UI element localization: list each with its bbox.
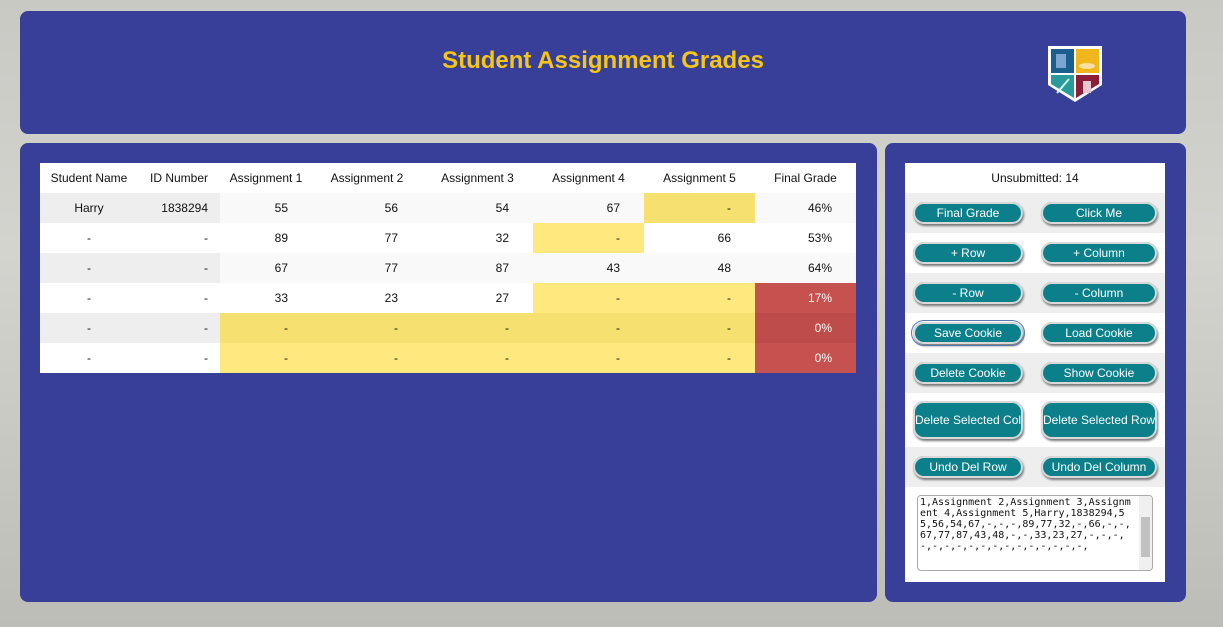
assignment-cell[interactable]: -: [533, 343, 644, 373]
remove-column-button[interactable]: - Column: [1041, 282, 1157, 304]
column-header[interactable]: Assignment 4: [533, 163, 644, 193]
header-panel: Student Assignment Grades: [20, 11, 1186, 134]
table-row[interactable]: - -67 77 87 43 48 64%: [40, 253, 856, 283]
id-number-cell[interactable]: -: [138, 253, 220, 283]
load-cookie-button[interactable]: Load Cookie: [1041, 322, 1157, 344]
assignment-cell[interactable]: 33: [220, 283, 312, 313]
button-row: Final Grade Click Me: [905, 193, 1165, 233]
assignment-cell[interactable]: 54: [422, 193, 533, 223]
id-number-cell[interactable]: -: [138, 223, 220, 253]
assignment-cell[interactable]: 89: [220, 223, 312, 253]
final-grade-cell[interactable]: 53%: [755, 223, 856, 253]
delete-selected-row-button[interactable]: Delete Selected Row: [1041, 401, 1157, 439]
scrollbar-thumb[interactable]: [1141, 517, 1150, 557]
id-number-cell[interactable]: -: [138, 283, 220, 313]
click-me-button[interactable]: Click Me: [1041, 202, 1157, 224]
assignment-cell[interactable]: -: [644, 343, 755, 373]
student-name-cell[interactable]: -: [40, 313, 138, 343]
assignment-cell[interactable]: -: [422, 343, 533, 373]
button-row: Undo Del Row Undo Del Column: [905, 447, 1165, 487]
assignment-cell[interactable]: 55: [220, 193, 312, 223]
student-name-cell[interactable]: -: [40, 223, 138, 253]
assignment-cell[interactable]: 67: [220, 253, 312, 283]
assignment-cell[interactable]: 27: [422, 283, 533, 313]
grades-table: Student Name ID Number Assignment 1 Assi…: [40, 163, 856, 373]
assignment-cell[interactable]: 77: [312, 253, 422, 283]
table-row[interactable]: - - - - - - -0%: [40, 343, 856, 373]
student-name-cell[interactable]: -: [40, 343, 138, 373]
assignment-cell[interactable]: 67: [533, 193, 644, 223]
grades-panel: Student Name ID Number Assignment 1 Assi…: [20, 143, 877, 602]
scrollbar[interactable]: [1139, 496, 1152, 570]
final-grade-cell[interactable]: 46%: [755, 193, 856, 223]
undo-del-row-button[interactable]: Undo Del Row: [913, 456, 1023, 478]
id-number-cell[interactable]: 1838294: [138, 193, 220, 223]
column-header[interactable]: Assignment 1: [220, 163, 312, 193]
assignment-cell[interactable]: 87: [422, 253, 533, 283]
assignment-cell[interactable]: -: [533, 283, 644, 313]
table-row[interactable]: - -33 23 27- -17%: [40, 283, 856, 313]
button-row: Save Cookie Load Cookie: [905, 313, 1165, 353]
final-grade-cell[interactable]: 17%: [755, 283, 856, 313]
assignment-cell[interactable]: 77: [312, 223, 422, 253]
final-grade-cell[interactable]: 0%: [755, 343, 856, 373]
assignment-cell[interactable]: 23: [312, 283, 422, 313]
assignment-cell[interactable]: -: [644, 193, 755, 223]
student-name-cell[interactable]: -: [40, 253, 138, 283]
save-cookie-button[interactable]: Save Cookie: [911, 320, 1025, 346]
assignment-cell[interactable]: 48: [644, 253, 755, 283]
assignment-cell[interactable]: -: [644, 283, 755, 313]
column-header[interactable]: Assignment 5: [644, 163, 755, 193]
column-header[interactable]: Assignment 2: [312, 163, 422, 193]
assignment-cell[interactable]: -: [533, 223, 644, 253]
student-name-cell[interactable]: Harry: [40, 193, 138, 223]
remove-row-button[interactable]: - Row: [913, 282, 1023, 304]
student-name-cell[interactable]: -: [40, 283, 138, 313]
assignment-cell[interactable]: 56: [312, 193, 422, 223]
table-row[interactable]: - - - - - - -0%: [40, 313, 856, 343]
assignment-cell[interactable]: -: [312, 343, 422, 373]
button-row: Delete Selected Col Delete Selected Row: [905, 393, 1165, 447]
university-crest-logo: [1048, 46, 1102, 102]
assignment-cell[interactable]: -: [422, 313, 533, 343]
undo-del-column-button[interactable]: Undo Del Column: [1041, 456, 1157, 478]
assignment-cell[interactable]: 66: [644, 223, 755, 253]
final-grade-cell[interactable]: 0%: [755, 313, 856, 343]
delete-cookie-button[interactable]: Delete Cookie: [913, 362, 1023, 384]
id-number-cell[interactable]: -: [138, 313, 220, 343]
controls-panel: Unsubmitted: 14 Final Grade Click Me + Row…: [885, 143, 1186, 602]
final-grade-button[interactable]: Final Grade: [913, 202, 1023, 224]
assignment-cell[interactable]: -: [220, 343, 312, 373]
column-header[interactable]: Assignment 3: [422, 163, 533, 193]
controls-box: Unsubmitted: 14 Final Grade Click Me + Row…: [905, 163, 1165, 582]
add-column-button[interactable]: + Column: [1041, 242, 1157, 264]
id-number-cell[interactable]: -: [138, 343, 220, 373]
page-title: Student Assignment Grades: [442, 47, 764, 74]
button-row: - Row - Column: [905, 273, 1165, 313]
button-row: Delete Cookie Show Cookie: [905, 353, 1165, 393]
assignment-cell[interactable]: -: [220, 313, 312, 343]
textarea-content: 1,Assignment 2,Assignment 3,Assignment 4…: [920, 497, 1131, 552]
table-header-row: Student Name ID Number Assignment 1 Assi…: [40, 163, 856, 193]
cookie-output-textarea[interactable]: 1,Assignment 2,Assignment 3,Assignment 4…: [917, 495, 1153, 571]
show-cookie-button[interactable]: Show Cookie: [1041, 362, 1157, 384]
table-row[interactable]: - -89 77 32-66 53%: [40, 223, 856, 253]
unsubmitted-count: Unsubmitted: 14: [991, 171, 1079, 185]
assignment-cell[interactable]: -: [312, 313, 422, 343]
assignment-cell[interactable]: -: [644, 313, 755, 343]
add-row-button[interactable]: + Row: [913, 242, 1023, 264]
assignment-cell[interactable]: -: [533, 313, 644, 343]
assignment-cell[interactable]: 43: [533, 253, 644, 283]
column-header[interactable]: Final Grade: [755, 163, 856, 193]
column-header[interactable]: ID Number: [138, 163, 220, 193]
column-header[interactable]: Student Name: [40, 163, 138, 193]
button-row: + Row + Column: [905, 233, 1165, 273]
delete-selected-col-button[interactable]: Delete Selected Col: [913, 401, 1023, 439]
final-grade-cell[interactable]: 64%: [755, 253, 856, 283]
assignment-cell[interactable]: 32: [422, 223, 533, 253]
table-row[interactable]: Harry 1838294 55 56 54 67-46%: [40, 193, 856, 223]
